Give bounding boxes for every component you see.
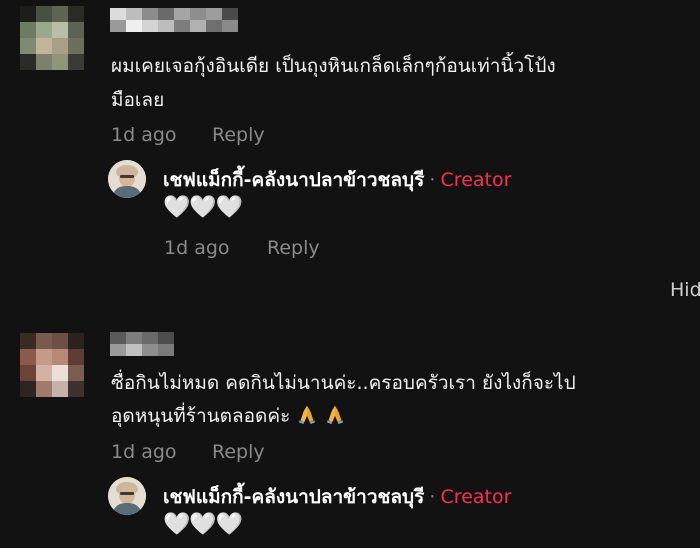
separator-dot: · — [429, 169, 436, 191]
reply-button[interactable]: Reply — [212, 124, 265, 146]
reply-timestamp: 1d ago — [164, 237, 230, 259]
avatar-blurred[interactable] — [20, 333, 84, 397]
reply-text-hearts: 🤍🤍🤍 — [163, 195, 243, 220]
comment-timestamp: 1d ago — [111, 441, 177, 463]
creator-avatar-image — [108, 160, 146, 198]
avatar-blurred[interactable] — [20, 6, 84, 70]
separator-dot: · — [429, 486, 436, 508]
creator-badge: Creator — [440, 169, 512, 191]
comment-text-line-2: มือเลย — [111, 89, 165, 111]
creator-name[interactable]: เชฟแม็กกี้-คลังนาปลาข้าวชลบุรี — [163, 486, 424, 508]
username-blurred[interactable] — [110, 8, 238, 32]
creator-reply-header: เชฟแม็กกี้-คลังนาปลาข้าวชลบุรี · Creator — [163, 165, 511, 195]
folded-hands-icon — [327, 405, 344, 425]
folded-hands-icon — [299, 405, 316, 425]
creator-avatar[interactable] — [108, 477, 146, 515]
reply-button[interactable]: Reply — [267, 237, 320, 259]
creator-name[interactable]: เชฟแม็กกี้-คลังนาปลาข้าวชลบุรี — [163, 169, 424, 191]
comment-text-line-2: อุดหนุนที่ร้านตลอดค่ะ — [111, 400, 346, 433]
creator-reply-header: เชฟแม็กกี้-คลังนาปลาข้าวชลบุรี · Creator — [163, 482, 511, 512]
reply-button[interactable]: Reply — [212, 441, 265, 463]
creator-avatar[interactable] — [108, 160, 146, 198]
comment-text-line-1: ผมเคยเจอกุ้งอินเดีย เป็นถุงหินเกล็ดเล็กๆ… — [111, 55, 556, 77]
username-blurred[interactable] — [110, 332, 174, 356]
creator-avatar-image — [108, 477, 146, 515]
comment-timestamp: 1d ago — [111, 124, 177, 146]
comment-text-line-2-text: อุดหนุนที่ร้านตลอดค่ะ — [111, 405, 291, 427]
creator-badge: Creator — [440, 486, 512, 508]
reply-text-hearts: 🤍🤍🤍 — [163, 512, 243, 537]
comment-text-line-1: ซื่อกินไม่หมด คดกินไม่นานค่ะ..ครอบครัวเร… — [111, 372, 576, 394]
hide-replies-link[interactable]: Hid — [670, 279, 700, 301]
